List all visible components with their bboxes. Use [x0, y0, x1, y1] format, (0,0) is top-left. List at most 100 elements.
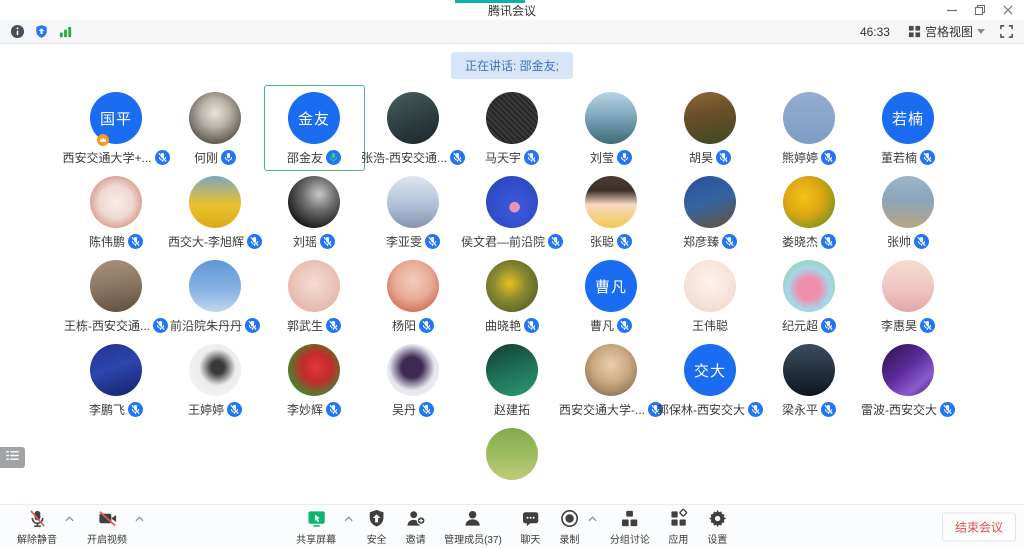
avatar [189, 92, 241, 144]
toolbar-label: 设置 [707, 531, 727, 546]
toolbar-record-button[interactable]: 录制 [550, 505, 589, 548]
avatar [882, 260, 934, 312]
participant-name: 李惠昊 [881, 317, 917, 334]
participant-tile[interactable]: 交大郭保林-西安交大 [661, 338, 760, 422]
participant-tile[interactable]: 李亚雯 [364, 170, 463, 254]
participant-name: 侯文君—前沿院 [461, 233, 545, 250]
toolbar-apps-button[interactable]: 应用 [659, 505, 698, 548]
toolbar-members-button[interactable]: 管理成员(37) [435, 505, 511, 548]
end-meeting-button[interactable]: 结束会议 [942, 512, 1016, 541]
participant-tile[interactable]: 张浩-西安交通... [364, 86, 463, 170]
participant-tile[interactable]: 雷波-西安交大 [859, 338, 958, 422]
participant-name: 王栋-西安交通... [64, 317, 150, 334]
member-list-icon [4, 449, 21, 467]
avatar: 国平 [90, 92, 142, 144]
participant-tile[interactable]: 李鹏飞 [67, 338, 166, 422]
participant-tile[interactable]: 西交大-李旭辉 [166, 170, 265, 254]
participant-tile[interactable]: 刘莹 [562, 86, 661, 170]
participant-name: 前沿院朱丹丹 [170, 317, 242, 334]
chevron-up-icon[interactable] [65, 516, 74, 522]
mic-muted-icon [247, 234, 262, 249]
mic-muted-icon [821, 234, 836, 249]
avatar [486, 260, 538, 312]
participant-name: 张帅 [887, 233, 911, 250]
camera-off-icon [97, 508, 118, 529]
participant-tile[interactable]: 娄晓杰 [760, 170, 859, 254]
participant-tile[interactable]: 李惠昊 [859, 254, 958, 338]
avatar: 金友 [288, 92, 340, 144]
chevron-up-icon[interactable] [135, 516, 144, 522]
participant-tile[interactable]: 曲晓艳 [463, 254, 562, 338]
participant-name: 曹凡 [590, 317, 614, 334]
fullscreen-icon[interactable] [999, 24, 1014, 39]
participant-tile[interactable]: 国平西安交通大学+... [67, 86, 166, 170]
participant-tile[interactable]: 王伟聪 [661, 254, 760, 338]
toolbar-settings-button[interactable]: 设置 [698, 505, 737, 548]
meeting-timer: 46:33 [860, 25, 890, 39]
participant-tile[interactable]: 梁永平 [760, 338, 859, 422]
participant-tile[interactable]: 若楠董若楠 [859, 86, 958, 170]
participant-name: 郑彦臻 [683, 233, 719, 250]
info-icon[interactable] [10, 24, 25, 39]
toolbar-breakout-button[interactable]: 分组讨论 [601, 505, 659, 548]
participant-name: 雷波-西安交大 [861, 401, 937, 418]
toolbar-chat-button[interactable]: 聊天 [511, 505, 550, 548]
participant-tile[interactable]: 熊婷婷 [760, 86, 859, 170]
toolbar-invite-button[interactable]: 邀请 [396, 505, 435, 548]
avatar [387, 344, 439, 396]
chevron-up-icon[interactable] [588, 516, 597, 522]
participant-tile[interactable]: 郭武生 [265, 254, 364, 338]
toolbar-security-button[interactable]: 安全 [357, 505, 396, 548]
mic-muted-icon [920, 150, 935, 165]
participant-tile[interactable]: 张聪 [562, 170, 661, 254]
avatar [585, 92, 637, 144]
layout-view-button[interactable]: 宫格视图 [908, 23, 985, 40]
participant-tile[interactable]: 张帅 [859, 170, 958, 254]
toolbar-label: 分组讨论 [610, 531, 650, 546]
participant-tile[interactable]: 马天宇 [463, 86, 562, 170]
participant-row [0, 422, 1024, 472]
participant-name: 王伟聪 [692, 317, 728, 334]
minimize-button[interactable] [946, 4, 958, 16]
maximize-button[interactable] [974, 4, 986, 16]
avatar [90, 176, 142, 228]
avatar: 若楠 [882, 92, 934, 144]
avatar [90, 344, 142, 396]
participant-name: 马天宇 [485, 149, 521, 166]
participant-name: 吴丹 [392, 401, 416, 418]
toolbar-mic-off-button[interactable]: 解除静音 [8, 505, 66, 548]
toolbar-camera-off-button[interactable]: 开启视频 [78, 505, 136, 548]
participant-tile[interactable]: 西安交通大学-... [562, 338, 661, 422]
mic-muted-icon [821, 402, 836, 417]
chevron-up-icon[interactable] [344, 516, 353, 522]
mic-muted-icon [821, 150, 836, 165]
participant-name: 西安交通大学-... [559, 401, 645, 418]
close-button[interactable] [1002, 4, 1014, 16]
participant-name: 刘莹 [590, 149, 614, 166]
toolbar-share-screen-button[interactable]: 共享屏幕 [287, 505, 345, 548]
participant-tile[interactable]: 何刚 [166, 86, 265, 170]
shield-icon[interactable] [34, 24, 49, 39]
participant-tile[interactable]: 吴丹 [364, 338, 463, 422]
participant-tile[interactable]: 郑彦臻 [661, 170, 760, 254]
main-area: 正在讲话: 邵金友; 国平西安交通大学+...何刚金友邵金友张浩-西安交通...… [0, 44, 1024, 504]
participant-tile[interactable]: 王栋-西安交通... [67, 254, 166, 338]
participant-tile[interactable]: 李妙辉 [265, 338, 364, 422]
participant-tile[interactable]: 侯文君—前沿院 [463, 170, 562, 254]
participant-tile[interactable]: 胡昊 [661, 86, 760, 170]
participant-name: 张聪 [590, 233, 614, 250]
participant-tile[interactable]: 杨阳 [364, 254, 463, 338]
participant-tile[interactable]: 王婷婷 [166, 338, 265, 422]
avatar: 交大 [684, 344, 736, 396]
participant-tile[interactable]: 前沿院朱丹丹 [166, 254, 265, 338]
participant-tile[interactable]: 陈伟鹏 [67, 170, 166, 254]
participant-tile[interactable]: 金友邵金友 [265, 86, 364, 170]
avatar [684, 176, 736, 228]
participant-tile[interactable]: 赵建拓 [463, 338, 562, 422]
participant-tile[interactable]: 纪元超 [760, 254, 859, 338]
avatar [387, 92, 439, 144]
member-list-toggle-button[interactable] [0, 447, 25, 468]
participant-tile[interactable] [463, 422, 562, 472]
participant-tile[interactable]: 刘瑶 [265, 170, 364, 254]
participant-tile[interactable]: 曹凡曹凡 [562, 254, 661, 338]
